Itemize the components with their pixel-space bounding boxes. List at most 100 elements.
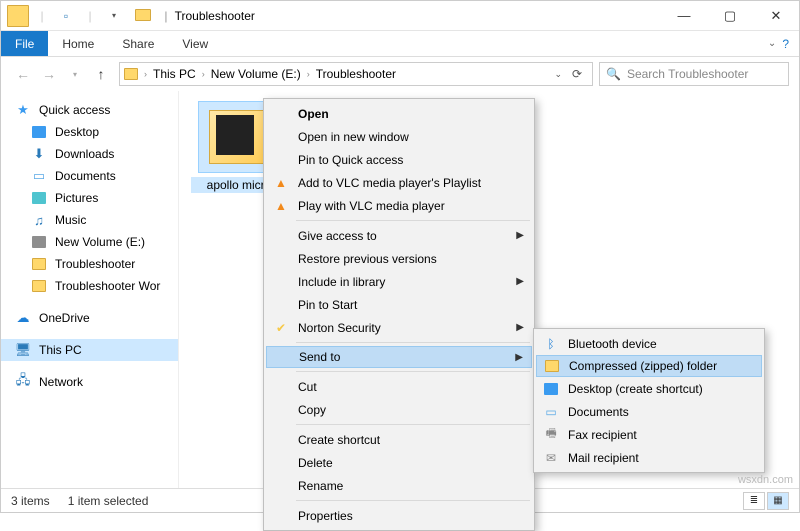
ctx-restore-versions[interactable]: Restore previous versions: [266, 247, 532, 270]
view-thumbnails-button[interactable]: ▦: [767, 492, 789, 510]
explorer-window: | ▫ | ▾ | Troubleshooter — ▢ ✕ File Home…: [0, 0, 800, 513]
back-button[interactable]: ←: [11, 62, 35, 86]
ctx-send-to[interactable]: Send to▶: [266, 346, 532, 368]
chevron-right-icon: ▶: [516, 276, 524, 287]
documents-icon: ▭: [31, 168, 47, 184]
qat-dropdown-icon[interactable]: ▾: [103, 5, 125, 27]
pictures-icon: [31, 190, 47, 206]
close-button[interactable]: ✕: [753, 1, 799, 31]
ctx-open[interactable]: Open: [266, 102, 532, 125]
window-title: | Troubleshooter: [131, 9, 661, 23]
vlc-icon: ▲: [272, 197, 290, 215]
recent-dropdown-icon[interactable]: ▾: [63, 62, 87, 86]
context-menu: Open Open in new window Pin to Quick acc…: [263, 98, 535, 531]
sidebar-this-pc[interactable]: 🖥This PC: [1, 339, 178, 361]
status-selected-count: 1 item selected: [68, 494, 149, 508]
desktop-icon: [542, 380, 560, 398]
folder-icon: [124, 68, 138, 80]
bluetooth-icon: ᛒ: [542, 335, 560, 353]
separator: [296, 371, 530, 372]
sidebar-item-pictures[interactable]: Pictures: [1, 187, 178, 209]
sendto-submenu: ᛒBluetooth device Compressed (zipped) fo…: [533, 328, 765, 473]
ctx-properties[interactable]: Properties: [266, 504, 532, 527]
vlc-icon: ▲: [272, 174, 290, 192]
view-details-button[interactable]: ≣: [743, 492, 765, 510]
watermark: wsxdn.com: [738, 474, 793, 486]
crumb-folder[interactable]: Troubleshooter: [316, 67, 396, 81]
sendto-bluetooth[interactable]: ᛒBluetooth device: [536, 332, 762, 355]
folder-icon: [31, 256, 47, 272]
ctx-pin-quick-access[interactable]: Pin to Quick access: [266, 148, 532, 171]
sidebar-item-troubleshooter-wor[interactable]: Troubleshooter Wor: [1, 275, 178, 297]
address-dropdown-icon[interactable]: ⌄: [554, 69, 562, 80]
ctx-copy[interactable]: Copy: [266, 398, 532, 421]
sidebar-item-downloads[interactable]: ⬇Downloads: [1, 143, 178, 165]
ctx-delete[interactable]: Delete: [266, 451, 532, 474]
search-icon: 🔍: [606, 67, 621, 81]
chevron-right-icon: ▶: [516, 230, 524, 241]
navigation-pane: ★ Quick access Desktop ⬇Downloads ▭Docum…: [1, 91, 179, 488]
qat-separator: |: [79, 5, 101, 27]
desktop-icon: [31, 124, 47, 140]
help-icon[interactable]: ?: [782, 37, 789, 51]
ctx-pin-start[interactable]: Pin to Start: [266, 293, 532, 316]
sidebar-item-troubleshooter[interactable]: Troubleshooter: [1, 253, 178, 275]
ctx-include-library[interactable]: Include in library▶: [266, 270, 532, 293]
sidebar-item-documents[interactable]: ▭Documents: [1, 165, 178, 187]
forward-button[interactable]: →: [37, 62, 61, 86]
ctx-norton-security[interactable]: ✔Norton Security▶: [266, 316, 532, 339]
up-button[interactable]: ↑: [89, 62, 113, 86]
this-pc-icon: 🖥: [15, 342, 31, 358]
crumb-volume[interactable]: New Volume (E:): [211, 67, 301, 81]
ctx-give-access[interactable]: Give access to▶: [266, 224, 532, 247]
sendto-desktop-shortcut[interactable]: Desktop (create shortcut): [536, 377, 762, 400]
ctx-vlc-add[interactable]: ▲Add to VLC media player's Playlist: [266, 171, 532, 194]
crumb-this-pc[interactable]: This PC: [153, 67, 196, 81]
tab-share[interactable]: Share: [108, 31, 168, 56]
sidebar-item-volume[interactable]: New Volume (E:): [1, 231, 178, 253]
ribbon-expand-icon[interactable]: ⌄: [768, 38, 776, 49]
sendto-fax[interactable]: 🖷Fax recipient: [536, 423, 762, 446]
address-bar[interactable]: › This PC › New Volume (E:) › Troublesho…: [119, 62, 593, 86]
tab-file[interactable]: File: [1, 31, 48, 56]
refresh-icon[interactable]: ⟳: [566, 67, 588, 81]
documents-icon: ▭: [542, 403, 560, 421]
sidebar-onedrive[interactable]: ☁OneDrive: [1, 307, 178, 329]
sidebar-item-desktop[interactable]: Desktop: [1, 121, 178, 143]
folder-alt-icon: [7, 5, 29, 27]
fax-icon: 🖷: [542, 426, 560, 444]
ctx-open-new-window[interactable]: Open in new window: [266, 125, 532, 148]
ctx-create-shortcut[interactable]: Create shortcut: [266, 428, 532, 451]
chevron-right-icon: ▶: [515, 352, 523, 363]
separator: [296, 342, 530, 343]
sidebar-quick-access[interactable]: ★ Quick access: [1, 99, 178, 121]
sendto-mail[interactable]: ✉Mail recipient: [536, 446, 762, 469]
folder-icon: [31, 278, 47, 294]
ctx-vlc-play[interactable]: ▲Play with VLC media player: [266, 194, 532, 217]
ctx-rename[interactable]: Rename: [266, 474, 532, 497]
music-icon: ♫: [31, 212, 47, 228]
norton-icon: ✔: [272, 319, 290, 337]
mail-icon: ✉: [542, 449, 560, 467]
separator: [296, 500, 530, 501]
sidebar-item-music[interactable]: ♫Music: [1, 209, 178, 231]
properties-icon[interactable]: ▫: [55, 5, 77, 27]
tab-view[interactable]: View: [168, 31, 222, 56]
chevron-right-icon: ▶: [516, 322, 524, 333]
ctx-cut[interactable]: Cut: [266, 375, 532, 398]
tab-home[interactable]: Home: [48, 31, 108, 56]
minimize-button[interactable]: —: [661, 1, 707, 31]
quick-access-toolbar: | ▫ | ▾: [1, 5, 131, 27]
sidebar-network[interactable]: 🖧Network: [1, 371, 178, 393]
sendto-compressed-zipped[interactable]: Compressed (zipped) folder: [536, 355, 762, 377]
separator: [296, 424, 530, 425]
drive-icon: [31, 234, 47, 250]
sendto-documents[interactable]: ▭Documents: [536, 400, 762, 423]
onedrive-icon: ☁: [15, 310, 31, 326]
navigation-bar: ← → ▾ ↑ › This PC › New Volume (E:) › Tr…: [1, 57, 799, 91]
search-input[interactable]: 🔍 Search Troubleshooter: [599, 62, 789, 86]
star-icon: ★: [15, 102, 31, 118]
qat-separator: |: [31, 5, 53, 27]
maximize-button[interactable]: ▢: [707, 1, 753, 31]
search-placeholder: Search Troubleshooter: [627, 67, 748, 81]
